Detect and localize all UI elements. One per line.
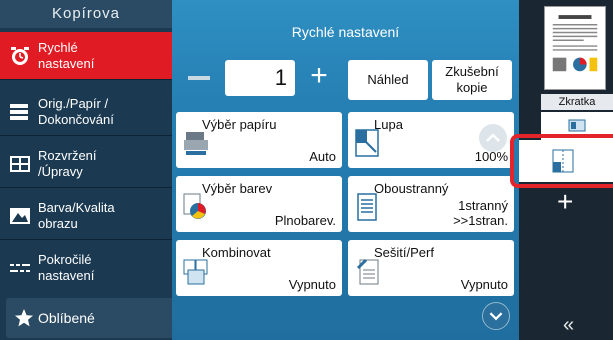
zoom-icon (355, 129, 379, 157)
chevron-up-icon (486, 133, 500, 142)
quantity-minus-button[interactable] (188, 76, 210, 80)
preview-button[interactable]: Náhled (348, 60, 428, 100)
scroll-up-button[interactable] (479, 124, 507, 152)
sidebar: Kopírova Rychlé nastavení Orig./Papír / … (0, 0, 172, 340)
tile-value: Auto (309, 149, 336, 164)
collapse-panel-button[interactable]: « (563, 314, 574, 337)
tile-label: Výběr papíru (202, 117, 277, 132)
advanced-settings-icon (10, 264, 30, 272)
tile-color-selection[interactable]: Výběr barev Plnobarev. (176, 176, 342, 232)
sidebar-item-layout[interactable]: Rozvržení /Úpravy (0, 140, 172, 188)
tile-label: Kombinovat (202, 245, 271, 260)
tile-label: Výběr barev (202, 181, 273, 196)
tile-value: Vypnuto (460, 277, 508, 292)
sidebar-item-original-paper[interactable]: Orig./Papír / Dokončování (0, 88, 172, 136)
tile-duplex[interactable]: Oboustranný 1stranný >>1stran. (348, 176, 514, 232)
paper-tray-icon (184, 132, 208, 155)
paper-stack-icon (10, 104, 28, 120)
shortcut-layout-icon (552, 149, 574, 173)
sidebar-header: Kopírova (0, 0, 172, 28)
staple-icon (356, 258, 379, 285)
tile-label: Sešití/Perf (374, 245, 434, 260)
test-copy-button[interactable]: Zkušební kopie (432, 60, 512, 100)
page-title: Rychlé nastavení (291, 24, 400, 40)
document-preview-icon (552, 15, 598, 72)
image-quality-icon (10, 208, 30, 224)
sidebar-item-label: Barva/Kvalita obrazu (38, 200, 115, 231)
favorites-label: Oblíbené (38, 310, 95, 326)
layout-edit-icon (10, 156, 30, 172)
sidebar-item-label: Orig./Papír / Dokončování (38, 96, 114, 127)
sidebar-item-label: Rychlé nastavení (38, 40, 95, 71)
sidebar-item-quick-settings[interactable]: Rychlé nastavení (0, 32, 172, 80)
scroll-down-button[interactable] (482, 302, 510, 330)
tile-label: Lupa (374, 117, 403, 132)
chevron-down-icon (489, 312, 503, 321)
quantity-plus-button[interactable]: + (306, 61, 332, 91)
sidebar-item-label: Pokročilé nastavení (38, 252, 95, 283)
tile-value: 1stranný >>1stran. (453, 198, 508, 228)
star-icon (15, 309, 33, 327)
quantity-input[interactable]: 1 (225, 60, 295, 96)
shortcut-button-2[interactable] (519, 140, 613, 182)
tile-value: Vypnuto (288, 277, 336, 292)
main-panel: Rychlé nastavení 1 + Náhled Zkušební kop… (172, 0, 519, 340)
quick-settings-icon (11, 47, 29, 65)
preview-label: Náhled (367, 72, 409, 87)
color-select-icon (183, 193, 206, 219)
sidebar-item-label: Rozvržení /Úpravy (38, 148, 97, 179)
preview-thumbnail[interactable] (544, 6, 606, 90)
tile-value: Plnobarev. (274, 213, 336, 228)
sidebar-item-image-quality[interactable]: Barva/Kvalita obrazu (0, 192, 172, 240)
tile-label: Oboustranný (374, 181, 449, 196)
tile-staple-punch[interactable]: Sešití/Perf Vypnuto (348, 240, 514, 296)
combine-icon (183, 259, 208, 285)
add-shortcut-button[interactable]: + (557, 186, 573, 218)
duplex-icon (357, 193, 377, 221)
tile-paper-selection[interactable]: Výběr papíru Auto (176, 112, 342, 168)
sidebar-item-advanced[interactable]: Pokročilé nastavení (0, 244, 172, 292)
shortcut-label: Zkratka (541, 94, 613, 110)
tile-combine[interactable]: Kombinovat Vypnuto (176, 240, 342, 296)
favorites-button[interactable]: Oblíbené (6, 298, 172, 338)
